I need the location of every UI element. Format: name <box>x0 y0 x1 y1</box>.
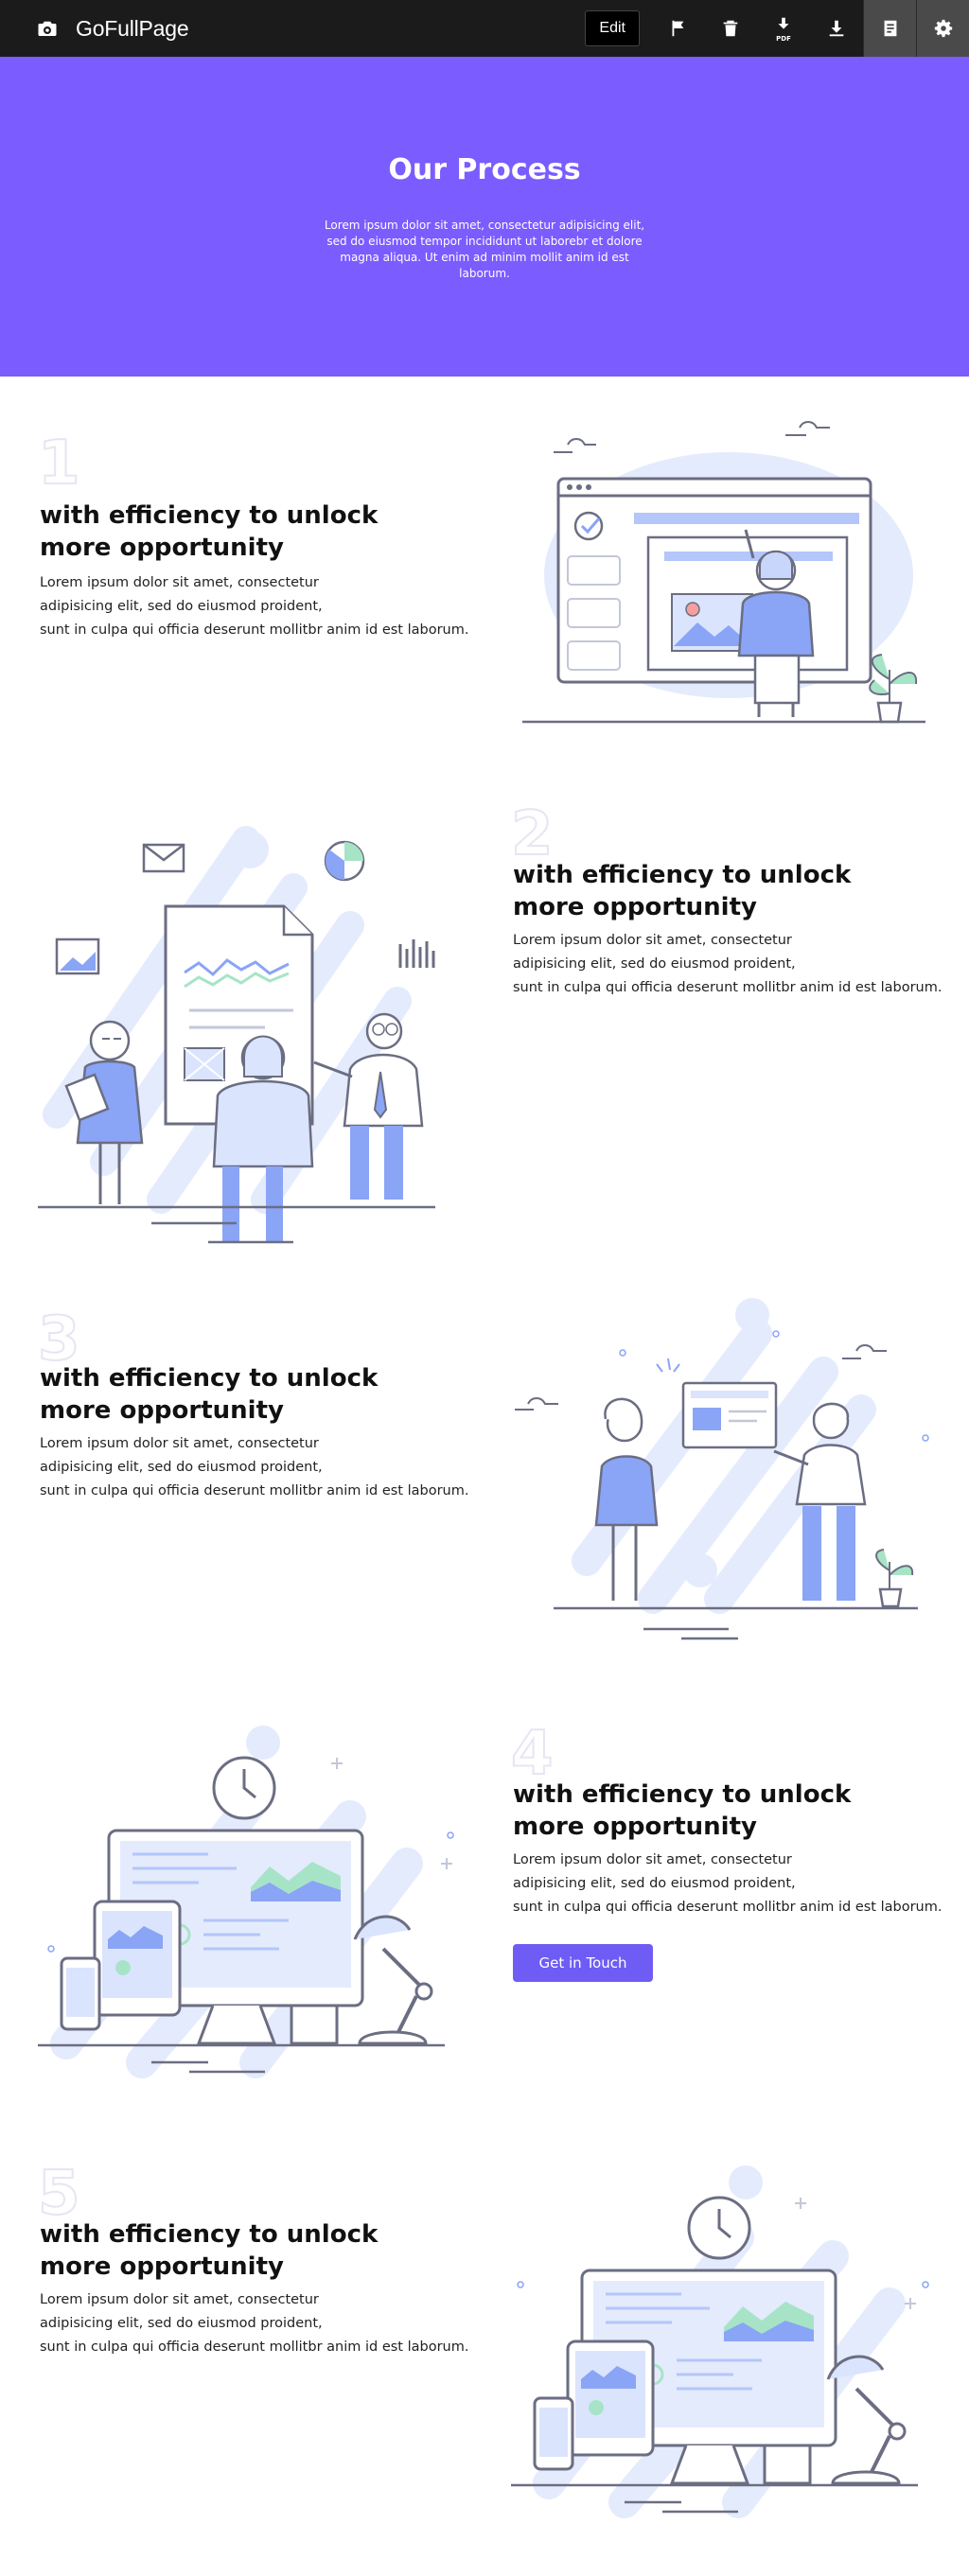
download-icon <box>829 20 844 37</box>
step-text-line: Lorem ipsum dolor sit amet, consectetur <box>513 1852 792 1867</box>
presentation-illustration <box>515 1298 929 1640</box>
process-step-3: 3 with efficiency to unlock more opportu… <box>0 1287 969 1684</box>
devices-desk-illustration <box>511 2165 929 2518</box>
flag-icon <box>672 20 684 37</box>
step-text-line: sunt in culpa qui officia deserunt molli… <box>40 2339 469 2355</box>
step-title: with efficiency to unlock more opportuni… <box>40 501 379 562</box>
camera-icon <box>38 21 57 36</box>
trash-icon <box>723 20 738 37</box>
settings-button[interactable] <box>916 0 969 57</box>
step-text-line: adipisicing elit, sed do eiusmod proiden… <box>40 2316 323 2331</box>
step-number: 4 <box>510 1719 555 1789</box>
step-text-line: sunt in culpa qui officia deserunt molli… <box>513 980 943 995</box>
step-number: 5 <box>37 2159 81 2229</box>
delete-button[interactable] <box>704 0 757 57</box>
step-text-line: Lorem ipsum dolor sit amet, consectetur <box>40 575 319 590</box>
step-text-line: adipisicing elit, sed do eiusmod proiden… <box>513 1876 796 1891</box>
pdf-download-button[interactable]: PDF <box>757 0 810 57</box>
step-text-line: sunt in culpa qui officia deserunt molli… <box>40 622 469 638</box>
process-step-1: 1 with efficiency to unlock more opportu… <box>0 377 969 783</box>
step-text-line: adipisicing elit, sed do eiusmod proiden… <box>40 599 323 614</box>
step-text-line: adipisicing elit, sed do eiusmod proiden… <box>513 956 796 972</box>
hero-title: Our Process <box>388 153 581 186</box>
step-title: with efficiency to unlock more opportuni… <box>513 861 852 921</box>
brand-name: GoFullPage <box>76 15 189 41</box>
pdf-download-icon <box>778 17 789 29</box>
step-description: Lorem ipsum dolor sit amet, consectetur … <box>40 1432 494 1503</box>
get-in-touch-button[interactable]: Get in Touch <box>513 1944 653 1982</box>
step-number: 2 <box>510 799 555 869</box>
extension-toolbar: GoFullPage Edit PDF <box>0 0 969 57</box>
hero-subtitle: Lorem ipsum dolor sit amet, consectetur … <box>324 219 645 280</box>
step-title: with efficiency to unlock more opportuni… <box>513 1780 852 1841</box>
step-text-line: Lorem ipsum dolor sit amet, consectetur <box>40 2292 319 2307</box>
document-icon <box>884 20 896 37</box>
devices-desk-illustration <box>38 1726 454 2078</box>
step-number: 1 <box>37 429 81 499</box>
brand: GoFullPage <box>36 15 189 42</box>
step-description: Lorem ipsum dolor sit amet, consectetur … <box>40 571 494 642</box>
team-report-illustration <box>38 826 435 1244</box>
pdf-label: PDF <box>776 35 791 43</box>
toolbar-actions: Edit PDF <box>585 0 969 57</box>
document-button[interactable] <box>863 0 916 57</box>
step-number: 3 <box>37 1305 81 1375</box>
step-text-line: Lorem ipsum dolor sit amet, consectetur <box>513 933 792 948</box>
edit-button[interactable]: Edit <box>585 10 640 46</box>
website-builder-illustration <box>522 421 925 724</box>
process-step-2: 2 with efficiency to unlock more opportu… <box>0 783 969 1244</box>
step-text-line: Lorem ipsum dolor sit amet, consectetur <box>40 1436 319 1451</box>
step-title: with efficiency to unlock more opportuni… <box>40 1364 379 1425</box>
step-description: Lorem ipsum dolor sit amet, consectetur … <box>40 2288 494 2359</box>
step-text-line: adipisicing elit, sed do eiusmod proiden… <box>40 1460 323 1475</box>
step-text-line: sunt in culpa qui officia deserunt molli… <box>513 1900 943 1915</box>
download-button[interactable] <box>810 0 863 57</box>
gear-icon <box>934 19 952 38</box>
process-step-4: 4 with efficiency to unlock more opportu… <box>0 1703 969 2129</box>
step-description: Lorem ipsum dolor sit amet, consectetur … <box>513 929 967 1000</box>
step-text-line: sunt in culpa qui officia deserunt molli… <box>40 1483 469 1498</box>
process-step-5: 5 with efficiency to unlock more opportu… <box>0 2143 969 2576</box>
flag-button[interactable] <box>651 0 704 57</box>
step-title: with efficiency to unlock more opportuni… <box>40 2220 379 2281</box>
step-description: Lorem ipsum dolor sit amet, consectetur … <box>513 1849 967 1919</box>
hero-banner: Our Process Lorem ipsum dolor sit amet, … <box>0 57 969 377</box>
